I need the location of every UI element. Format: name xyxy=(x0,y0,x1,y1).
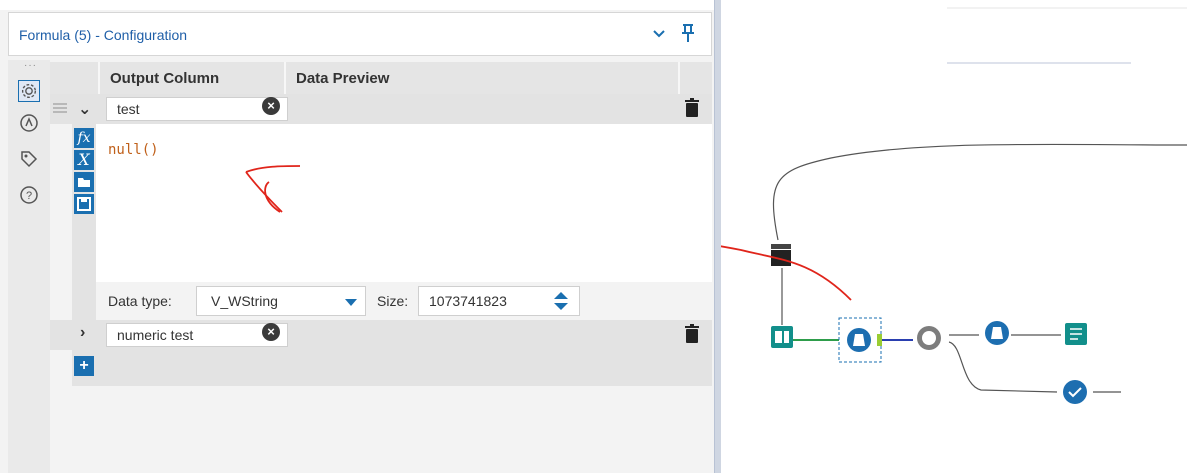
chevron-down-icon[interactable] xyxy=(651,25,667,41)
row-collapse-chevron[interactable]: ⌄ xyxy=(78,99,91,119)
folder-icon[interactable] xyxy=(74,172,94,192)
configuration-panel: Formula (5) - Configuration ··· ? Output… xyxy=(0,0,714,473)
tool-node[interactable] xyxy=(1063,380,1087,404)
svg-text:?: ? xyxy=(26,190,32,202)
add-field-button[interactable]: + xyxy=(74,356,94,376)
annotation-icon[interactable] xyxy=(18,112,40,134)
function-icon[interactable]: fx xyxy=(74,128,94,148)
app-window: Formula (5) - Configuration ··· ? Output… xyxy=(0,0,1187,473)
help-icon[interactable]: ? xyxy=(18,184,40,206)
formula-grid: Output Column Data Preview ⌄ test × fx X… xyxy=(50,62,712,473)
expression-text: null() xyxy=(108,142,159,158)
header-spacer xyxy=(50,62,100,94)
panel-title-bar: Formula (5) - Configuration xyxy=(8,12,712,56)
tool-node[interactable] xyxy=(1065,323,1087,345)
workflow-canvas[interactable] xyxy=(721,0,1187,473)
header-data-preview[interactable]: Data Preview xyxy=(286,62,680,94)
more-dots-icon[interactable]: ··· xyxy=(24,60,37,71)
trash-icon[interactable] xyxy=(684,324,700,344)
tag-icon[interactable] xyxy=(18,148,40,170)
tool-node[interactable] xyxy=(771,326,793,348)
clear-name-icon[interactable]: × xyxy=(262,97,280,115)
table-row: ⌄ test × xyxy=(50,94,712,124)
stepper-icon[interactable] xyxy=(549,289,573,313)
datatype-value: V_WString xyxy=(211,293,278,309)
output-column-name[interactable]: test xyxy=(106,97,288,121)
size-label: Size: xyxy=(377,293,409,309)
panel-splitter[interactable] xyxy=(714,0,721,473)
datatype-label: Data type: xyxy=(108,293,172,309)
connector-line xyxy=(772,143,1187,241)
tool-node[interactable] xyxy=(847,328,871,352)
size-input[interactable]: 1073741823 xyxy=(418,286,580,316)
add-row-strip: + xyxy=(72,350,712,386)
tool-node[interactable] xyxy=(985,321,1009,345)
panel-title: Formula (5) - Configuration xyxy=(19,27,188,43)
pin-icon[interactable] xyxy=(679,23,697,43)
tool-node[interactable] xyxy=(917,326,941,350)
drag-handle-icon[interactable] xyxy=(52,100,68,116)
annotation-arrow xyxy=(721,245,852,301)
gear-icon[interactable] xyxy=(18,80,40,102)
panel-top-strip xyxy=(0,0,714,10)
tool-node[interactable] xyxy=(771,244,791,266)
connector-line xyxy=(948,341,1058,393)
datatype-row: Data type: V_WString Size: 1073741823 xyxy=(96,282,712,320)
save-icon[interactable] xyxy=(74,194,94,214)
size-value: 1073741823 xyxy=(429,293,507,309)
caret-down-icon xyxy=(345,299,357,306)
table-row: › numeric test × xyxy=(50,320,712,350)
workflow-diagram xyxy=(721,7,1187,404)
trash-icon[interactable] xyxy=(684,98,700,118)
clear-name-icon[interactable]: × xyxy=(262,323,280,341)
variable-icon[interactable]: X xyxy=(74,150,94,170)
output-column-name[interactable]: numeric test xyxy=(106,323,288,347)
config-sidebar: ··· ? xyxy=(8,60,50,473)
header-output-column[interactable]: Output Column xyxy=(100,62,286,94)
output-anchor xyxy=(877,334,882,346)
row-expand-chevron[interactable]: › xyxy=(80,324,85,342)
grid-header: Output Column Data Preview xyxy=(50,62,712,94)
datatype-select[interactable]: V_WString xyxy=(196,286,366,316)
